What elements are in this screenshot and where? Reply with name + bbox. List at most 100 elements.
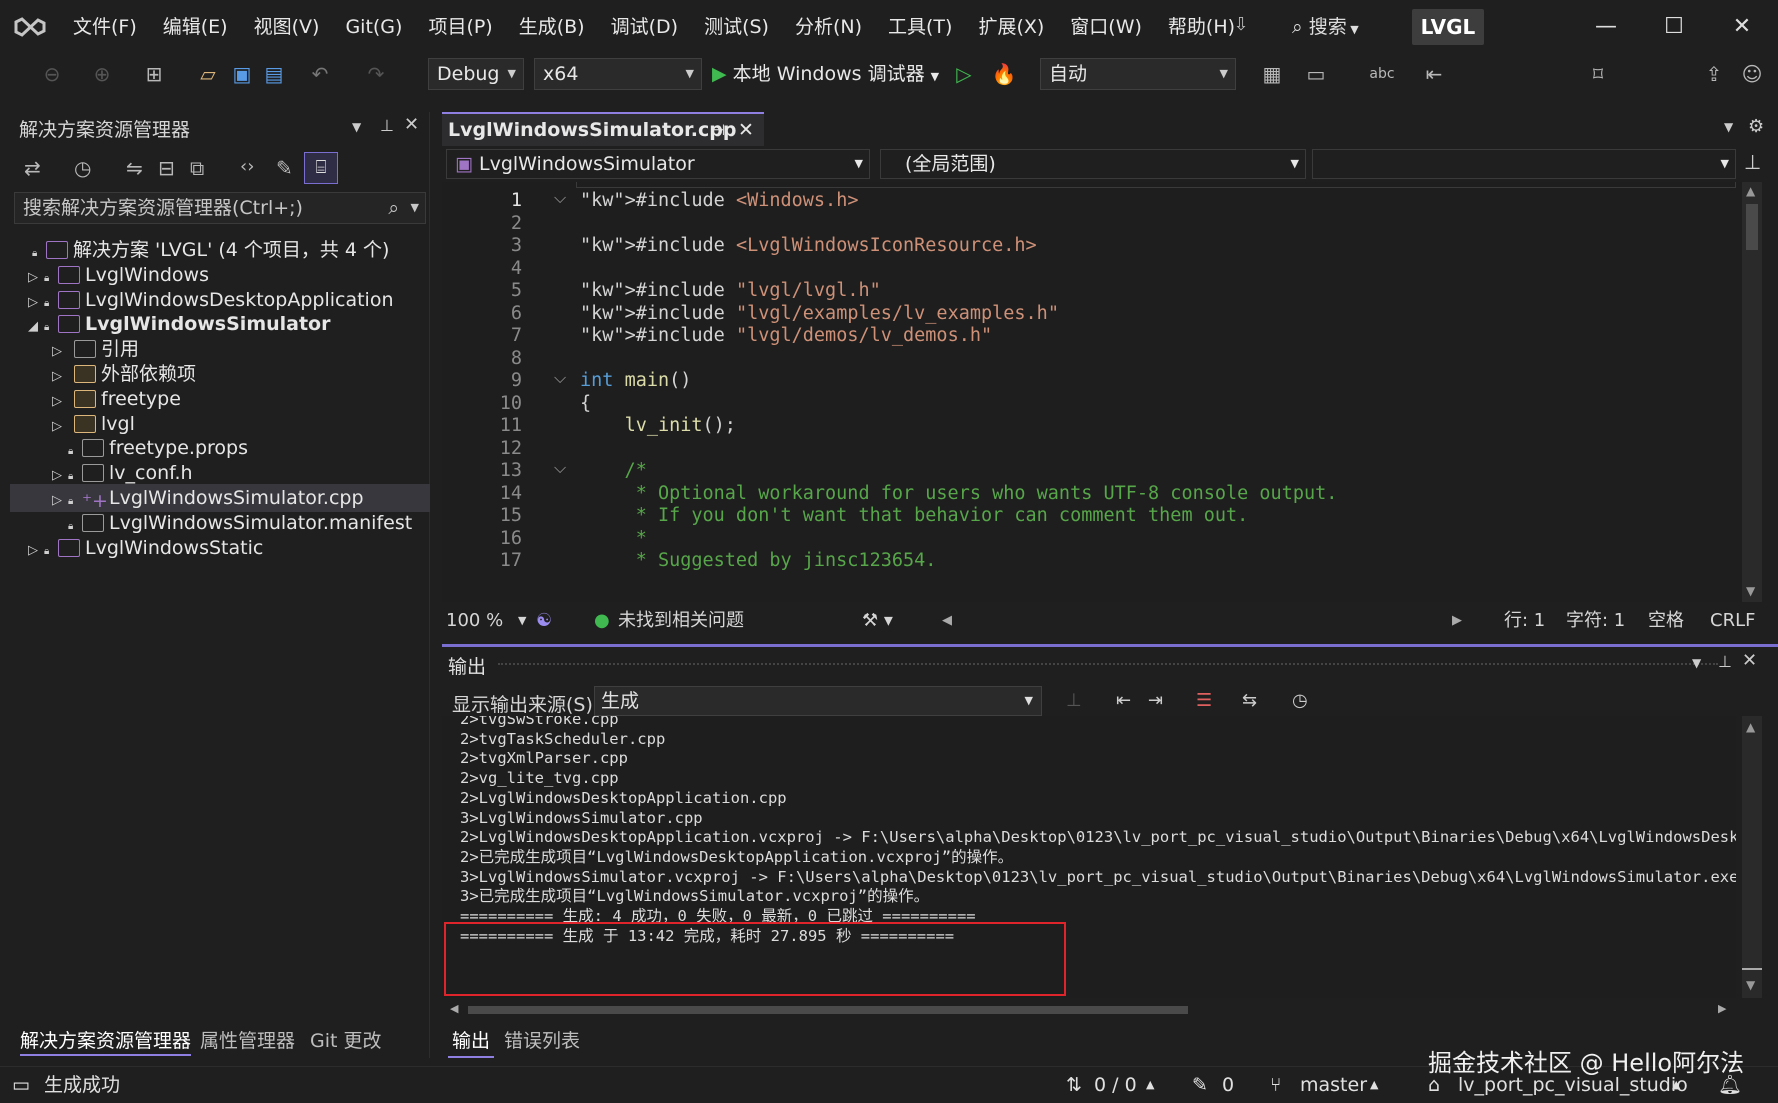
tab-git-changes[interactable]: Git 更改 (310, 1026, 382, 1056)
settings-gear-icon[interactable]: ⚙ (1748, 116, 1764, 137)
start-debugging-button[interactable]: ▶ 本地 Windows 调试器 ▼ (712, 58, 939, 90)
goto-message-icon[interactable]: ⊥ (1066, 690, 1082, 711)
maximize-button[interactable]: ☐ (1654, 10, 1694, 44)
project-nav-select[interactable]: ▣ LvglWindowsSimulator ▼ (446, 149, 870, 179)
pending-edits-count[interactable]: 0 (1222, 1067, 1234, 1103)
view-code-icon[interactable]: ‹› (240, 156, 254, 177)
tree-item[interactable]: ▷ lvgl (10, 410, 430, 438)
tree-item[interactable]: ▷ 🔒︎ LvglWindowsDesktopApplication (10, 286, 430, 314)
editor-tab-active[interactable]: LvglWindowsSimulator.cpp ⊣ ✕ (442, 112, 764, 146)
scope-nav-select[interactable]: (全局范围) ▼ (880, 149, 1306, 179)
indent-mode[interactable]: 空格 (1648, 606, 1684, 636)
line-ending[interactable]: CRLF (1710, 606, 1755, 636)
branch-icon[interactable]: ⑂ (1270, 1067, 1281, 1103)
feedback-icon[interactable]: ☺ (1738, 60, 1766, 88)
scroll-up-icon[interactable]: ▲ (1746, 720, 1755, 734)
repository-name[interactable]: lv_port_pc_visual_studio (1458, 1067, 1688, 1103)
member-nav-select[interactable]: ▼ (1312, 149, 1736, 179)
next-message-icon[interactable]: ⇥ (1148, 690, 1163, 711)
search-box[interactable]: ⌕ 搜索 ▼ (1292, 12, 1359, 42)
git-branch[interactable]: master (1300, 1067, 1367, 1103)
folder-browse-icon[interactable]: ▦ (1258, 60, 1286, 88)
tree-item[interactable]: ▷ 🔒︎ ⁺+LvglWindowsSimulator.cpp (10, 484, 430, 512)
git-changes-icon[interactable]: ⇅ (1066, 1067, 1082, 1103)
git-changes-count[interactable]: 0 / 0 (1094, 1067, 1137, 1103)
code-cleanup-icon[interactable]: ⚒ ▾ (862, 606, 893, 636)
issues-status[interactable]: 未找到相关问题 (618, 606, 744, 636)
editor-vertical-scrollbar[interactable]: ▲ ▼ (1742, 182, 1762, 602)
scroll-down-icon[interactable]: ▼ (1746, 978, 1755, 992)
live-share-icon[interactable]: ⇩ (1228, 14, 1254, 40)
open-folder-icon[interactable]: ▱ (194, 60, 222, 88)
pin-icon[interactable]: ⊥ (380, 116, 394, 135)
menu-item-8[interactable]: 分析(N) (782, 0, 875, 54)
start-without-debugging-icon[interactable]: ▷ (950, 60, 978, 88)
timestamp-icon[interactable]: ◷ (1292, 690, 1308, 711)
redo-icon[interactable]: ↷ (362, 60, 390, 88)
close-panel-icon[interactable]: ✕ (1742, 650, 1757, 671)
auto-select[interactable]: 自动 ▼ (1040, 58, 1236, 90)
menu-item-11[interactable]: 窗口(W) (1057, 0, 1155, 54)
menu-item-9[interactable]: 工具(T) (875, 0, 965, 54)
solution-search-input[interactable]: 搜索解决方案资源管理器(Ctrl+;) ⌕ ▼ (14, 192, 426, 224)
expander-icon[interactable]: ▷ (28, 537, 44, 565)
tab-error-list[interactable]: 错误列表 (504, 1026, 580, 1058)
scroll-thumb[interactable] (468, 1006, 1188, 1014)
tree-item[interactable]: ▷ 🔒︎ lv_conf.h (10, 459, 430, 487)
hot-reload-icon[interactable]: 🔥 (990, 60, 1018, 88)
code-editor[interactable]: 1 "kw">#include <Windows.h> 2 3 "kw">#includ… (442, 182, 1742, 602)
tree-item[interactable]: ▷ 引用 (10, 335, 430, 363)
pin-icon[interactable]: ⊥ (1718, 652, 1732, 671)
properties-icon[interactable]: ✎ (276, 156, 293, 180)
scroll-down-icon[interactable]: ▼ (1746, 584, 1755, 598)
drag-grip[interactable] (498, 663, 1718, 667)
save-icon[interactable]: ▣ (228, 60, 256, 88)
minimize-button[interactable]: — (1586, 10, 1626, 44)
previous-message-icon[interactable]: ⇤ (1116, 690, 1131, 711)
fold-toggle-icon[interactable]: ⌵ (554, 188, 566, 208)
copilot-icon[interactable]: ☯ (536, 606, 552, 636)
configuration-select[interactable]: Debug ▼ (428, 58, 524, 90)
solution-name-badge[interactable]: LVGL (1412, 9, 1484, 45)
cursor-column[interactable]: 字符: 1 (1566, 606, 1625, 636)
menu-item-3[interactable]: Git(G) (332, 0, 415, 54)
pending-changes-icon[interactable]: ◷ (74, 156, 91, 180)
menu-item-5[interactable]: 生成(B) (506, 0, 598, 54)
new-project-icon[interactable]: ⊞ (140, 60, 168, 88)
menu-item-10[interactable]: 扩展(X) (965, 0, 1057, 54)
tab-property-manager[interactable]: 属性管理器 (200, 1026, 295, 1056)
output-horizontal-scrollbar[interactable]: ◀ ▶ (442, 1002, 1736, 1018)
save-all-icon[interactable]: ▤ (260, 60, 288, 88)
tree-item[interactable]: 🔒︎ 解决方案 'LVGL' (4 个项目，共 4 个) (10, 236, 430, 264)
pencil-icon[interactable]: ✎ (1192, 1067, 1208, 1103)
chevron-down-icon[interactable]: ▼ (518, 606, 526, 636)
close-panel-icon[interactable]: ✕ (404, 114, 419, 135)
step-icon[interactable]: ⇤ (1420, 60, 1448, 88)
forward-icon[interactable]: ⊕ (88, 60, 116, 88)
scroll-thumb[interactable] (1742, 968, 1762, 970)
scroll-right-icon[interactable]: ▶ (1718, 1002, 1726, 1015)
menu-item-4[interactable]: 项目(P) (415, 0, 505, 54)
menu-item-0[interactable]: 文件(F) (60, 0, 150, 54)
close-tab-icon[interactable]: ✕ (738, 114, 754, 146)
panel-menu-icon[interactable]: ▼ (352, 120, 361, 134)
output-vertical-scrollbar[interactable]: ▲ ▼ (1742, 716, 1762, 998)
split-editor-icon[interactable]: ⊥ (1744, 150, 1761, 174)
tab-solution-explorer[interactable]: 解决方案资源管理器 (20, 1026, 192, 1056)
fold-toggle-icon[interactable]: ⌵ (554, 368, 566, 388)
cursor-line[interactable]: 行: 1 (1504, 606, 1545, 636)
platform-select[interactable]: x64 ▼ (534, 58, 702, 90)
tree-item[interactable]: 🔒︎ LvglWindowsSimulator.manifest (10, 509, 430, 537)
show-all-files-icon[interactable]: ⧉ (190, 156, 204, 180)
switch-views-icon[interactable]: ⇄ (24, 156, 41, 180)
back-icon[interactable]: ⊖ (38, 60, 66, 88)
close-window-button[interactable]: ✕ (1722, 10, 1762, 44)
scroll-left-icon[interactable]: ◀ (450, 1002, 458, 1015)
tab-overflow-icon[interactable]: ▼ (1724, 120, 1733, 134)
menu-item-6[interactable]: 调试(D) (598, 0, 691, 54)
scroll-up-icon[interactable]: ▲ (1746, 184, 1755, 198)
tab-output[interactable]: 输出 (448, 1026, 495, 1058)
tree-item[interactable]: ▷ 🔒︎ LvglWindows (10, 261, 430, 289)
tree-item[interactable]: 🔒︎ freetype.props (10, 434, 430, 462)
scroll-thumb[interactable] (1746, 204, 1758, 250)
